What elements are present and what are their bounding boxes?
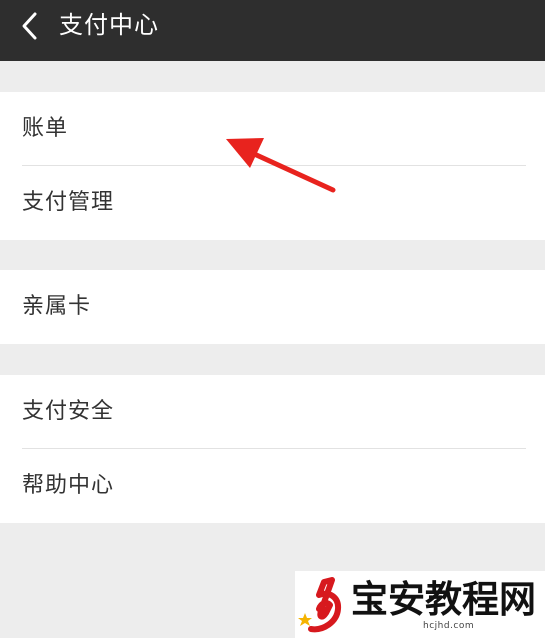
- menu-item-payment-security[interactable]: 支付安全: [0, 375, 545, 449]
- watermark: 宝安教程网 hcjhd.com: [295, 571, 545, 638]
- menu-item-label: 支付管理: [22, 190, 115, 215]
- chevron-left-icon: [22, 12, 37, 40]
- watermark-url: hcjhd.com: [423, 621, 475, 631]
- menu-item-label: 账单: [22, 116, 69, 141]
- menu-group-billing: 账单 支付管理: [0, 92, 545, 240]
- menu-item-label: 帮助中心: [22, 473, 115, 498]
- menu-item-label: 支付安全: [22, 399, 115, 424]
- watermark-site-name: 宝安教程网: [351, 577, 536, 621]
- menu-item-bill[interactable]: 账单: [0, 92, 545, 166]
- back-button[interactable]: [12, 6, 48, 46]
- top-bar: 支付中心: [0, 0, 545, 61]
- menu-group-security: 支付安全 帮助中心: [0, 375, 545, 523]
- menu-item-payment-management[interactable]: 支付管理: [0, 166, 545, 240]
- menu-group-family-card: 亲属卡: [0, 270, 545, 344]
- page-title: 支付中心: [59, 11, 159, 39]
- menu-item-label: 亲属卡: [22, 294, 92, 319]
- menu-item-family-card[interactable]: 亲属卡: [0, 270, 545, 344]
- menu-item-help-center[interactable]: 帮助中心: [0, 449, 545, 523]
- site-logo-icon: [298, 577, 342, 633]
